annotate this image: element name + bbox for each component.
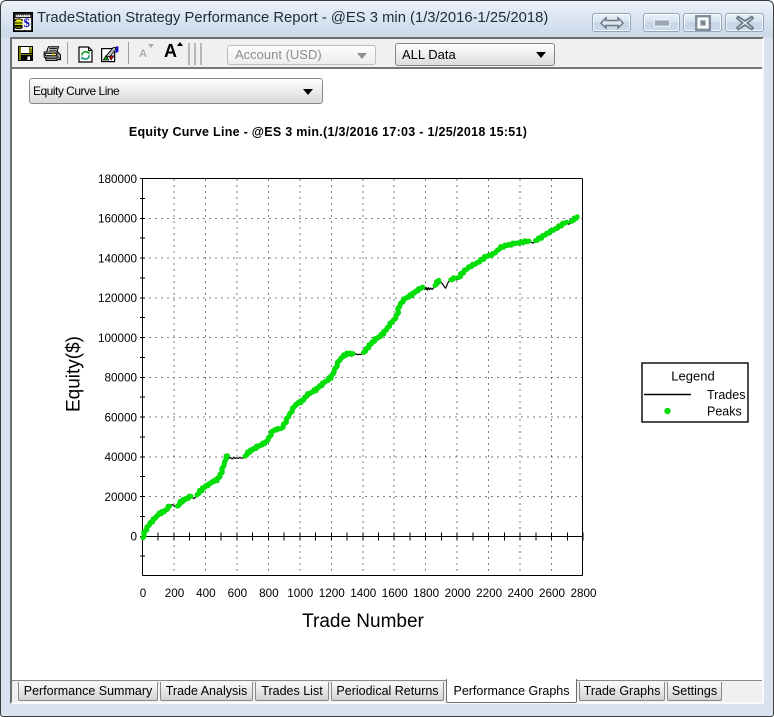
svg-text:200: 200 <box>165 587 185 600</box>
svg-text:1600: 1600 <box>382 587 409 600</box>
svg-text:1200: 1200 <box>319 587 346 600</box>
svg-text:0: 0 <box>140 587 147 600</box>
svg-text:Peaks: Peaks <box>707 405 742 419</box>
svg-text:80000: 80000 <box>104 372 137 385</box>
svg-text:400: 400 <box>196 587 216 600</box>
svg-text:100000: 100000 <box>98 332 138 345</box>
svg-text:1000: 1000 <box>287 587 314 600</box>
svg-text:Equity Curve Line - @ES 3 min.: Equity Curve Line - @ES 3 min.(1/3/2016 … <box>129 125 527 139</box>
svg-text:1800: 1800 <box>413 587 440 600</box>
svg-text:Trades: Trades <box>707 388 745 402</box>
svg-text:$: $ <box>24 15 31 30</box>
svg-text:Trade Number: Trade Number <box>302 611 424 632</box>
svg-text:160000: 160000 <box>98 213 138 226</box>
svg-text:40000: 40000 <box>104 451 137 464</box>
svg-text:2800: 2800 <box>570 587 597 600</box>
svg-text:20000: 20000 <box>104 491 137 504</box>
svg-text:2000: 2000 <box>445 587 472 600</box>
svg-text:180000: 180000 <box>98 173 138 186</box>
svg-text:2400: 2400 <box>508 587 535 600</box>
svg-text:800: 800 <box>259 587 279 600</box>
svg-text:Legend: Legend <box>671 369 714 384</box>
svg-text:60000: 60000 <box>104 411 137 424</box>
svg-text:2600: 2600 <box>539 587 566 600</box>
svg-text:2200: 2200 <box>476 587 503 600</box>
svg-text:Equity($): Equity($) <box>64 336 85 412</box>
svg-text:140000: 140000 <box>98 252 138 265</box>
svg-text:1400: 1400 <box>350 587 377 600</box>
svg-text:600: 600 <box>228 587 248 600</box>
svg-text:120000: 120000 <box>98 292 138 305</box>
svg-text:0: 0 <box>130 531 137 544</box>
